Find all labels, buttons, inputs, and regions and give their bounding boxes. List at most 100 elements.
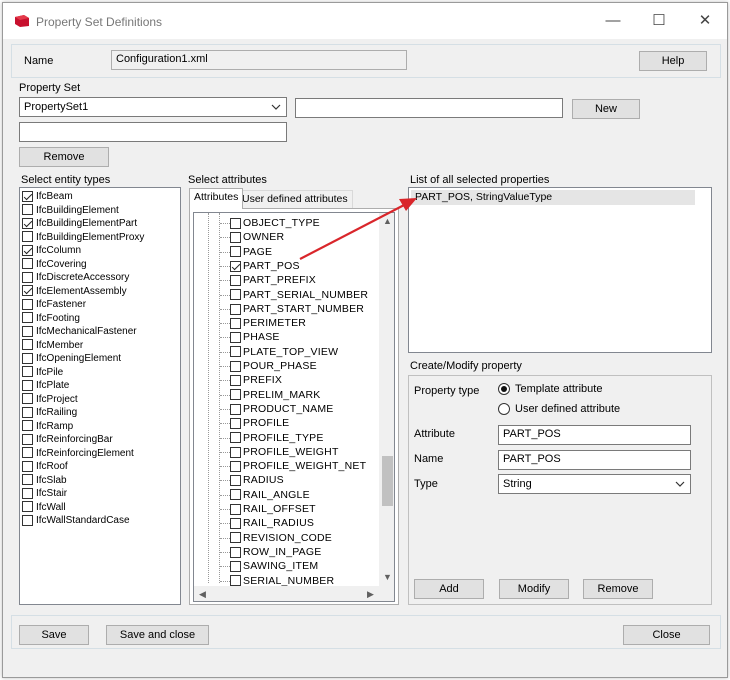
entity-type-item[interactable]: IfcRamp (22, 420, 144, 434)
help-button[interactable]: Help (639, 51, 707, 71)
attribute-item[interactable]: PAGE (230, 245, 272, 259)
modify-button[interactable]: Modify (499, 579, 569, 599)
checkbox-checked-icon[interactable] (22, 190, 33, 202)
template-attribute-radio[interactable]: Template attribute (498, 383, 602, 396)
checkbox-checked-icon[interactable] (22, 244, 33, 256)
tab-user-defined-attributes[interactable]: User defined attributes (237, 190, 353, 209)
close-button[interactable]: Close (623, 625, 710, 645)
type-select[interactable]: String (498, 474, 691, 494)
checkbox-icon[interactable] (22, 231, 33, 243)
entity-type-item[interactable]: IfcProject (22, 393, 144, 407)
remove-property-set-button[interactable]: Remove (19, 147, 109, 167)
new-button[interactable]: New (572, 99, 640, 119)
checkbox-icon[interactable] (230, 446, 241, 458)
checkbox-icon[interactable] (230, 246, 241, 258)
checkbox-icon[interactable] (230, 317, 241, 329)
checkbox-icon[interactable] (22, 352, 33, 364)
scroll-down-arrow-icon[interactable]: ▼ (379, 569, 394, 586)
checkbox-icon[interactable] (22, 379, 33, 391)
remove-property-button[interactable]: Remove (583, 579, 653, 599)
checkbox-icon[interactable] (22, 204, 33, 216)
checkbox-icon[interactable] (230, 532, 241, 544)
checkbox-icon[interactable] (22, 420, 33, 432)
entity-type-item[interactable]: IfcWall (22, 501, 144, 515)
checkbox-icon[interactable] (22, 460, 33, 472)
checkbox-icon[interactable] (230, 503, 241, 515)
checkbox-icon[interactable] (230, 403, 241, 415)
checkbox-icon[interactable] (22, 271, 33, 283)
scroll-right-arrow-icon[interactable]: ▶ (362, 586, 379, 601)
entity-type-item[interactable]: IfcMember (22, 339, 144, 353)
attribute-item[interactable]: RAIL_RADIUS (230, 516, 314, 530)
attribute-item[interactable]: RADIUS (230, 473, 284, 487)
property-set-description-input[interactable] (19, 122, 287, 142)
entity-type-item[interactable]: IfcBeam (22, 190, 144, 204)
entity-type-item[interactable]: IfcSlab (22, 474, 144, 488)
entity-type-item[interactable]: IfcRailing (22, 406, 144, 420)
checkbox-icon[interactable] (22, 474, 33, 486)
attribute-item[interactable]: RAIL_OFFSET (230, 502, 316, 516)
checkbox-icon[interactable] (22, 298, 33, 310)
entity-type-item[interactable]: IfcReinforcingElement (22, 447, 144, 461)
attribute-item[interactable]: RAIL_ANGLE (230, 488, 310, 502)
entity-type-item[interactable]: IfcBuildingElementProxy (22, 231, 144, 245)
checkbox-icon[interactable] (230, 346, 241, 358)
checkbox-icon[interactable] (230, 274, 241, 286)
property-set-name-input[interactable] (295, 98, 563, 118)
checkbox-icon[interactable] (230, 360, 241, 372)
entity-type-item[interactable]: IfcFooting (22, 312, 144, 326)
attribute-item[interactable]: SAWING_ITEM (230, 559, 318, 573)
checkbox-icon[interactable] (230, 546, 241, 558)
attribute-item[interactable]: PROFILE_WEIGHT (230, 445, 339, 459)
attribute-item[interactable]: PERIMETER (230, 316, 306, 330)
entity-type-item[interactable]: IfcDiscreteAccessory (22, 271, 144, 285)
entity-type-item[interactable]: IfcPlate (22, 379, 144, 393)
attribute-item[interactable]: PROFILE_TYPE (230, 431, 324, 445)
save-and-close-button[interactable]: Save and close (106, 625, 209, 645)
save-button[interactable]: Save (19, 625, 89, 645)
entity-type-item[interactable]: IfcRoof (22, 460, 144, 474)
checkbox-icon[interactable] (230, 575, 241, 587)
property-set-select[interactable]: PropertySet1 (19, 97, 287, 117)
checkbox-icon[interactable] (230, 432, 241, 444)
checkbox-icon[interactable] (22, 393, 33, 405)
entity-type-item[interactable]: IfcOpeningElement (22, 352, 144, 366)
entity-type-item[interactable]: IfcMechanicalFastener (22, 325, 144, 339)
scroll-left-arrow-icon[interactable]: ◀ (194, 586, 211, 601)
checkbox-icon[interactable] (230, 518, 241, 530)
scrollbar-thumb[interactable] (382, 456, 393, 506)
entity-type-item[interactable]: IfcFastener (22, 298, 144, 312)
configuration-name-field[interactable]: Configuration1.xml (111, 50, 407, 70)
attribute-item[interactable]: PART_START_NUMBER (230, 302, 364, 316)
attribute-item[interactable]: PART_POS (230, 259, 300, 273)
checkbox-icon[interactable] (230, 375, 241, 387)
checkbox-icon[interactable] (22, 406, 33, 418)
checkbox-icon[interactable] (22, 501, 33, 513)
checkbox-icon[interactable] (230, 389, 241, 401)
attribute-item[interactable]: PRELIM_MARK (230, 388, 320, 402)
attribute-item[interactable]: PART_PREFIX (230, 273, 316, 287)
checkbox-icon[interactable] (230, 232, 241, 244)
attribute-field[interactable]: PART_POS (498, 425, 691, 445)
attribute-item[interactable]: ROW_IN_PAGE (230, 545, 321, 559)
close-window-button[interactable]: ✕ (682, 3, 728, 39)
entity-type-item[interactable]: IfcWallStandardCase (22, 514, 144, 528)
attribute-item[interactable]: PART_SERIAL_NUMBER (230, 288, 368, 302)
property-name-field[interactable]: PART_POS (498, 450, 691, 470)
minimize-button[interactable]: — (590, 3, 636, 39)
attribute-item[interactable]: PHASE (230, 330, 280, 344)
checkbox-checked-icon[interactable] (230, 260, 241, 272)
entity-type-item[interactable]: IfcPile (22, 366, 144, 380)
checkbox-icon[interactable] (22, 487, 33, 499)
checkbox-icon[interactable] (22, 312, 33, 324)
checkbox-checked-icon[interactable] (22, 217, 33, 229)
attribute-item[interactable]: PREFIX (230, 373, 282, 387)
checkbox-icon[interactable] (230, 475, 241, 487)
entity-type-item[interactable]: IfcStair (22, 487, 144, 501)
checkbox-icon[interactable] (230, 289, 241, 301)
user-defined-attribute-radio[interactable]: User defined attribute (498, 403, 620, 416)
attribute-item[interactable]: PROFILE_WEIGHT_NET (230, 459, 366, 473)
attribute-item[interactable]: REVISION_CODE (230, 531, 332, 545)
attributes-horizontal-scrollbar[interactable]: ◀ ▶ (194, 586, 394, 601)
checkbox-icon[interactable] (22, 447, 33, 459)
